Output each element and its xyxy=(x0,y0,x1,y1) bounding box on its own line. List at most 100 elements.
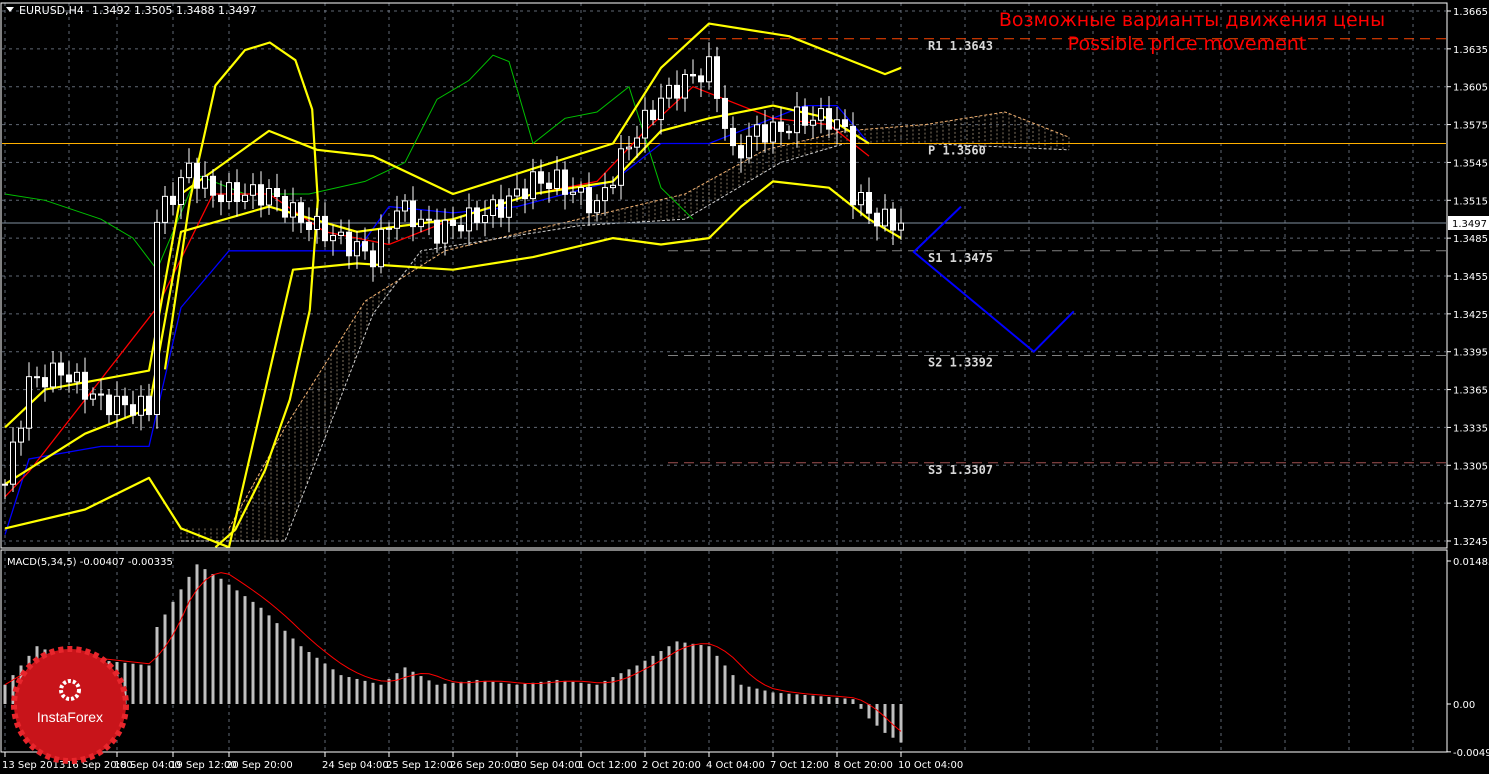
candle-bear xyxy=(842,119,848,127)
candle-bear xyxy=(850,125,856,206)
trading-chart[interactable]: R1 1.3643 P 1.3560 S1 1.3475 S2 1.3392 S3 1.… xyxy=(0,0,1489,774)
candle-bull xyxy=(202,175,208,189)
candle-bear xyxy=(170,195,176,205)
x-tick-label: 24 Sep 04:00 xyxy=(322,760,389,771)
candle-bull xyxy=(898,222,904,231)
candle-bull xyxy=(658,97,664,121)
candle-bear xyxy=(370,250,376,268)
candle-bull xyxy=(186,162,192,179)
level-label-p: P 1.3560 xyxy=(928,143,986,157)
candle-bull xyxy=(290,202,296,218)
candle-bear xyxy=(650,109,656,121)
y-tick-label: 1.3395 xyxy=(1453,348,1488,359)
y-tick-label: 1.3545 xyxy=(1453,158,1488,169)
candle-bull xyxy=(354,241,360,257)
candle-bull xyxy=(90,393,96,400)
candle-bear xyxy=(546,182,552,189)
candle-bull xyxy=(26,376,32,429)
x-tick-label: 1 Oct 12:00 xyxy=(578,760,637,771)
candle-bear xyxy=(298,202,304,223)
y-tick-label: 1.3305 xyxy=(1453,461,1488,472)
x-tick-label: 8 Oct 20:00 xyxy=(834,760,893,771)
x-tick-label: 20 Sep 20:00 xyxy=(226,760,293,771)
candle-bull xyxy=(226,182,232,203)
candle-bull xyxy=(114,395,120,416)
macd-y-tick-label: 0.00 xyxy=(1453,700,1475,711)
candle-bear xyxy=(730,127,736,147)
candle-bear xyxy=(474,207,480,224)
candle-bull xyxy=(178,177,184,205)
candle-bear xyxy=(34,376,40,379)
candle-bear xyxy=(778,121,784,132)
candle-bull xyxy=(330,234,336,242)
candle-bull xyxy=(482,214,488,224)
candle-bull xyxy=(506,195,512,218)
macd-y-tick-label: -0.00497 xyxy=(1453,748,1489,759)
candle-bull xyxy=(770,121,776,143)
candle-bear xyxy=(66,374,72,383)
chart-background xyxy=(0,0,1489,774)
level-label-s2: S2 1.3392 xyxy=(928,355,993,369)
x-tick-label: 25 Sep 12:00 xyxy=(386,760,453,771)
candle-bear xyxy=(146,395,152,416)
x-tick-label: 2 Oct 20:00 xyxy=(642,760,701,771)
candle-bear xyxy=(762,124,768,143)
y-tick-label: 1.3575 xyxy=(1453,121,1488,132)
candle-bear xyxy=(690,73,696,77)
candle-bear xyxy=(674,84,680,99)
y-tick-label: 1.3515 xyxy=(1453,196,1488,207)
candle-bull xyxy=(570,191,576,195)
candle-bull xyxy=(314,215,320,230)
y-tick-label: 1.3485 xyxy=(1453,234,1488,245)
candle-bull xyxy=(554,169,560,189)
candle-bull xyxy=(2,483,8,486)
candle-bull xyxy=(746,135,752,159)
candle-bear xyxy=(738,145,744,159)
y-tick-label: 1.3245 xyxy=(1453,537,1488,548)
candle-bear xyxy=(866,192,872,214)
candle-bear xyxy=(346,231,352,257)
candle-bull xyxy=(466,207,472,232)
candle-bear xyxy=(498,199,504,218)
macd-y-tick-label: 0.01485 xyxy=(1453,557,1489,568)
candle-bear xyxy=(714,56,720,99)
candle-bull xyxy=(74,371,80,383)
candle-bull xyxy=(578,187,584,193)
symbol-label: EURUSD,H4 xyxy=(19,4,84,17)
x-tick-label: 7 Oct 12:00 xyxy=(770,760,829,771)
candle-bear xyxy=(210,175,216,196)
candle-bear xyxy=(42,377,48,388)
candle-bear xyxy=(274,188,280,197)
y-tick-label: 1.3335 xyxy=(1453,423,1488,434)
candle-bull xyxy=(50,362,56,388)
candle-bull xyxy=(394,210,400,229)
candle-bear xyxy=(426,218,432,221)
candle-bull xyxy=(602,187,608,202)
candle-bull xyxy=(18,427,24,443)
candle-bull xyxy=(530,171,536,200)
candle-bull xyxy=(666,84,672,99)
candle-bear xyxy=(194,162,200,189)
level-label-r1: R1 1.3643 xyxy=(928,39,993,53)
x-tick-label: 4 Oct 04:00 xyxy=(706,760,765,771)
candle-bear xyxy=(562,169,568,195)
y-tick-label: 1.3275 xyxy=(1453,499,1488,510)
instaforex-logo: InstaForex xyxy=(11,646,129,764)
candle-bull xyxy=(418,218,424,228)
candle-bear xyxy=(322,215,328,242)
candle-bull xyxy=(818,108,824,121)
y-tick-label: 1.3635 xyxy=(1453,45,1488,56)
candle-bull xyxy=(490,199,496,216)
annotation-ru: Возможные варианты движения цены xyxy=(999,9,1385,31)
candle-bull xyxy=(338,231,344,236)
candle-bear xyxy=(218,194,224,203)
candle-bull xyxy=(810,119,816,126)
candle-bull xyxy=(858,192,864,206)
level-label-s1: S1 1.3475 xyxy=(928,251,993,265)
candle-bull xyxy=(250,184,256,196)
candle-bear xyxy=(106,394,112,416)
y-tick-label: 1.3455 xyxy=(1453,272,1488,283)
candle-bull xyxy=(514,188,520,197)
candle-bear xyxy=(234,182,240,203)
y-tick-label: 1.3665 xyxy=(1453,7,1488,18)
